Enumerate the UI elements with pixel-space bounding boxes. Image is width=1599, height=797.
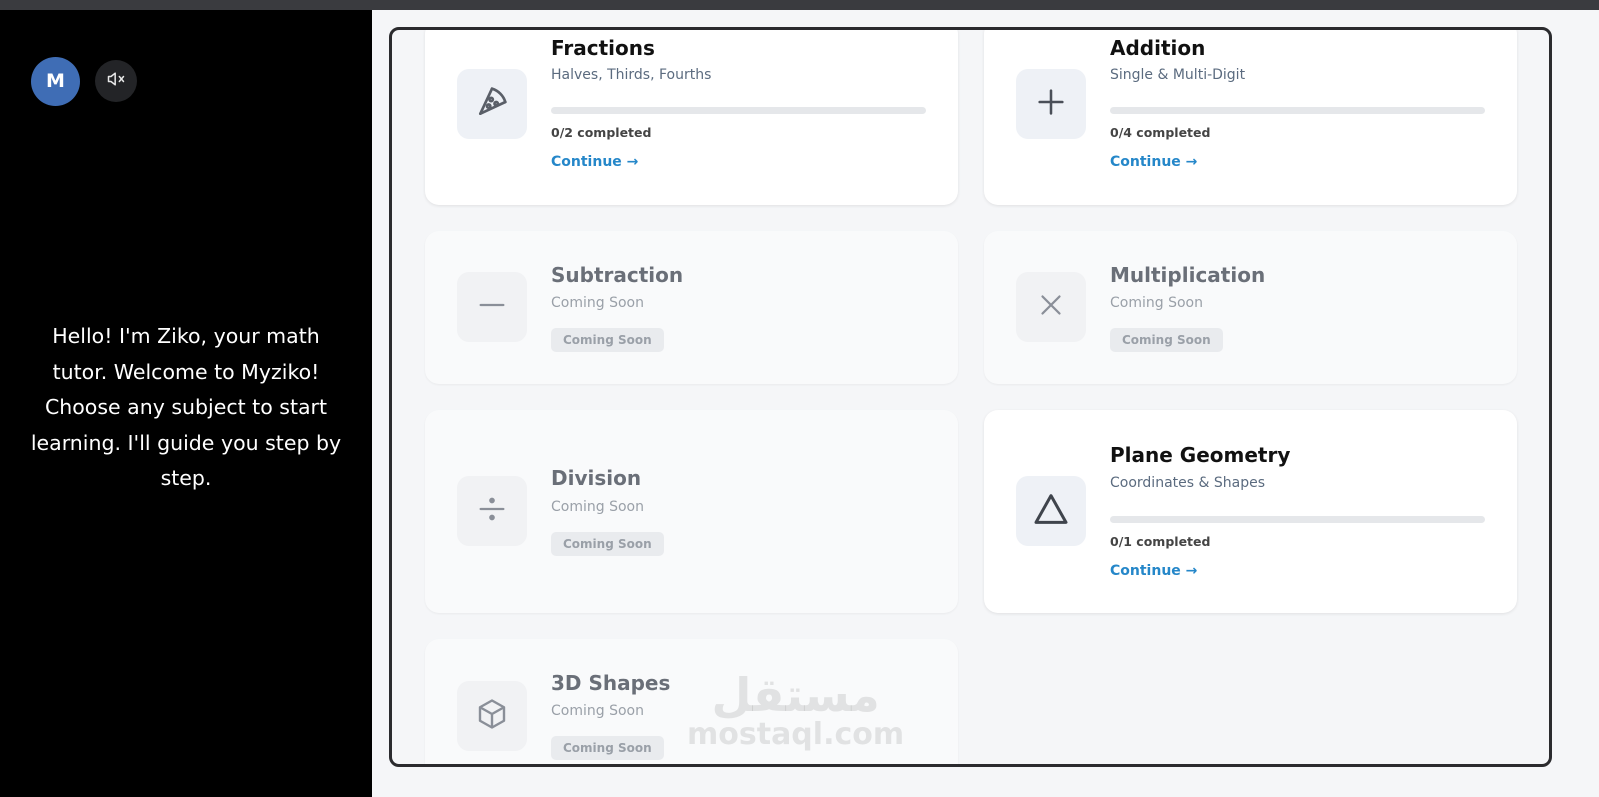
completed-count: 0/1 completed	[1110, 534, 1211, 549]
subject-card-3d-shapes: 3D Shapes Coming Soon Coming Soon	[425, 639, 958, 764]
continue-link[interactable]: Continue →	[1110, 154, 1197, 170]
subject-icon-box	[457, 272, 527, 342]
coming-soon-badge: Coming Soon	[1110, 328, 1223, 352]
completed-count: 0/4 completed	[1110, 125, 1211, 140]
subject-list-frame[interactable]: Fractions Halves, Thirds, Fourths 0/2 co…	[389, 27, 1552, 767]
tutor-message: Hello! I'm Ziko, your math tutor. Welcom…	[30, 324, 342, 490]
subject-title: Division	[551, 466, 642, 490]
continue-link[interactable]: Continue →	[551, 154, 638, 170]
times-icon	[1034, 288, 1068, 326]
speaker-muted-icon	[106, 69, 126, 93]
subject-subtitle: Coordinates & Shapes	[1110, 475, 1265, 491]
continue-link[interactable]: Continue →	[1110, 563, 1197, 579]
coming-soon-badge: Coming Soon	[551, 532, 664, 556]
subject-subtitle: Halves, Thirds, Fourths	[551, 67, 712, 83]
subject-card-addition[interactable]: Addition Single & Multi-Digit 0/4 comple…	[984, 30, 1517, 205]
subject-icon-box	[1016, 476, 1086, 546]
subject-subtitle: Coming Soon	[551, 499, 644, 515]
subject-title: Addition	[1110, 36, 1206, 60]
progress-bar	[1110, 516, 1485, 523]
avatar[interactable]: M	[31, 57, 80, 106]
subject-icon-box	[457, 681, 527, 751]
subject-subtitle: Coming Soon	[551, 295, 644, 311]
divide-icon	[475, 492, 509, 530]
subject-icon-box	[1016, 272, 1086, 342]
plus-icon	[1034, 85, 1068, 123]
triangle-icon	[1031, 489, 1071, 533]
browser-tab-strip	[0, 0, 1599, 10]
tutor-sidebar: M Hello! I'm Ziko, your math tutor. Welc…	[0, 10, 372, 797]
cube-icon	[474, 696, 510, 736]
completed-count: 0/2 completed	[551, 125, 652, 140]
subject-title: Multiplication	[1110, 263, 1266, 287]
subject-title: Fractions	[551, 36, 655, 60]
subject-icon-box	[1016, 69, 1086, 139]
minus-icon	[475, 288, 509, 326]
subject-subtitle: Single & Multi-Digit	[1110, 67, 1246, 83]
subject-icon-box	[457, 69, 527, 139]
subject-card-multiplication: Multiplication Coming Soon Coming Soon	[984, 231, 1517, 384]
subject-panel: Fractions Halves, Thirds, Fourths 0/2 co…	[372, 10, 1599, 797]
subject-card-fractions[interactable]: Fractions Halves, Thirds, Fourths 0/2 co…	[425, 30, 958, 205]
subject-title: Plane Geometry	[1110, 443, 1291, 467]
subject-icon-box	[457, 476, 527, 546]
progress-bar	[551, 107, 926, 114]
subject-card-subtraction: Subtraction Coming Soon Coming Soon	[425, 231, 958, 384]
progress-bar	[1110, 107, 1485, 114]
subject-title: 3D Shapes	[551, 671, 671, 695]
subject-title: Subtraction	[551, 263, 684, 287]
pizza-slice-icon	[472, 82, 512, 126]
subject-subtitle: Coming Soon	[551, 703, 644, 719]
subject-card-division: Division Coming Soon Coming Soon	[425, 410, 958, 613]
coming-soon-badge: Coming Soon	[551, 328, 664, 352]
subject-card-plane-geometry[interactable]: Plane Geometry Coordinates & Shapes 0/1 …	[984, 410, 1517, 613]
coming-soon-badge: Coming Soon	[551, 736, 664, 760]
subject-subtitle: Coming Soon	[1110, 295, 1203, 311]
mute-button[interactable]	[95, 60, 137, 102]
